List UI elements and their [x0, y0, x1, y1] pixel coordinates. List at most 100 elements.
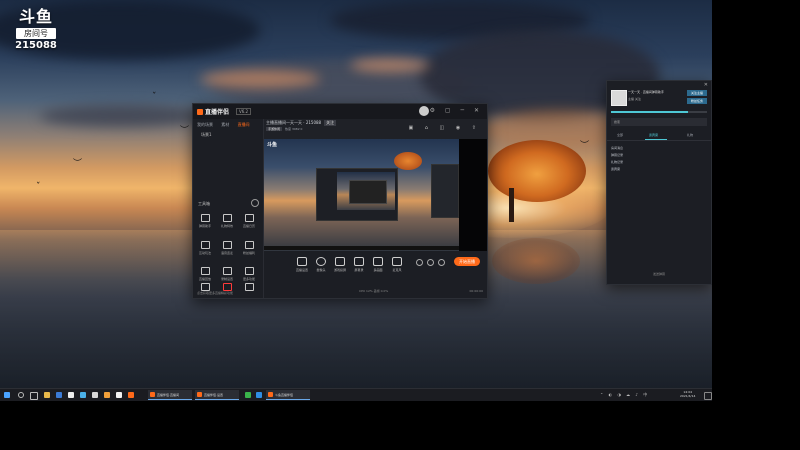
fan-task-button[interactable]: 粉丝任务	[687, 98, 707, 104]
tool-label: 粉丝福利	[242, 251, 255, 255]
list-item[interactable]: 弹幕记录	[611, 152, 623, 159]
live-companion-icon	[197, 392, 202, 397]
scene-item[interactable]: 场景1	[201, 132, 212, 138]
app-icon[interactable]	[116, 392, 122, 398]
volume-icon[interactable]	[416, 259, 423, 266]
active-tab-underline	[645, 139, 667, 140]
tools-settings-icon[interactable]	[251, 199, 259, 207]
status-stats: CPU 12% 丢帧 0.0%	[359, 289, 389, 293]
nested-preview	[337, 172, 395, 210]
user-avatar[interactable]	[419, 106, 429, 116]
douyu-room-logo: 斗鱼 房间号 215088	[12, 8, 60, 52]
app-brand-text: 直播伴侣	[205, 109, 230, 116]
tool-mic[interactable]: 语音连麦	[218, 241, 236, 255]
taskbar: 直播伴侣·直播间 直播伴侣·设置 斗鱼直播伴侣 ⌃ ◐ ◑ ☁ ♪ 中 14:0…	[0, 388, 712, 401]
list-item[interactable]: 房间消息	[611, 145, 623, 152]
tool-label: 直播回放	[198, 277, 211, 281]
tab-live-room[interactable]: 直播间	[238, 122, 250, 127]
tool-more[interactable]: 更多功能	[240, 267, 258, 281]
list-item[interactable]: 贵宾席	[611, 166, 623, 173]
tool-share[interactable]	[218, 283, 236, 291]
tab-vip[interactable]: 贵宾席	[649, 133, 658, 137]
screen: ︶ ︶ ˇ ˇ ︶ 斗鱼 房间号 215088 直播伴侣 V6.2 ⚙ ▢ ─ …	[0, 0, 800, 450]
meta-text: 热度 3982 0	[285, 127, 303, 131]
stream-controls: 直播设置 摄像头 游戏投屏 屏幕录 多画面 麦克风 开始直播 CPU 12% 丢…	[264, 251, 487, 298]
mail-icon[interactable]	[56, 392, 62, 398]
category-badge[interactable]: 手游休闲	[266, 127, 283, 131]
edge-icon[interactable]	[256, 392, 262, 398]
anchor-avatar	[611, 90, 627, 106]
tab-all[interactable]: 全部	[617, 133, 623, 137]
room-meta: 手游休闲 热度 3982 0	[266, 127, 302, 131]
game-icon	[200, 241, 210, 249]
live-companion-icon	[268, 392, 273, 397]
level-progress-fill	[611, 111, 688, 113]
anchor-info: 主播 关注	[628, 97, 641, 101]
screen-icon	[354, 257, 364, 266]
tab-assets[interactable]: 素材	[221, 122, 229, 127]
app-brand: 直播伴侣	[197, 107, 229, 116]
window-controls[interactable]: ⚙ ▢ ─ ✕	[430, 107, 483, 114]
tool-record[interactable]: 录制设置	[218, 267, 236, 281]
level-progress	[611, 111, 707, 113]
version-badge: V6.2	[236, 108, 252, 115]
tab-gifts[interactable]: 礼物	[687, 133, 693, 137]
douyu-icon[interactable]	[128, 392, 134, 398]
status-timer: 00:00:00	[469, 289, 483, 293]
nested-app-window	[316, 168, 398, 221]
tool-settings[interactable]	[240, 283, 258, 291]
stream-preview[interactable]: 斗鱼	[264, 139, 459, 251]
search-input[interactable]: 搜索	[611, 118, 707, 126]
task-item-live-room[interactable]: 直播伴侣·直播间	[148, 390, 192, 400]
notification-icon[interactable]	[704, 392, 712, 400]
follow-button[interactable]: 关注	[324, 120, 337, 126]
app-icon[interactable]	[92, 392, 98, 398]
tool-game[interactable]: 互动玩法	[196, 241, 214, 255]
tool-replay[interactable]: 直播回放	[196, 267, 214, 281]
task-view-icon[interactable]	[30, 392, 38, 400]
tool-mic-up[interactable]	[196, 283, 214, 291]
record-icon	[222, 267, 232, 275]
task-item-douyu[interactable]: 斗鱼直播伴侣	[266, 390, 310, 400]
app-icon[interactable]	[104, 392, 110, 398]
tool-barrage[interactable]: 弹幕助手	[196, 214, 214, 228]
tools-title: 工具箱	[198, 201, 210, 206]
browser-icon[interactable]	[80, 392, 86, 398]
task-label: 直播伴侣·设置	[204, 393, 223, 397]
tool-fans[interactable]: 粉丝福利	[240, 241, 258, 255]
taskbar-clock[interactable]: 14:04 2021/4/14	[680, 390, 695, 398]
tab-scenes[interactable]: 我的场景	[197, 122, 213, 127]
control-speaker[interactable]: 麦克风	[386, 257, 408, 272]
task-item-settings[interactable]: 直播伴侣·设置	[195, 390, 239, 400]
preview-toolbar[interactable]: ▣ ⌂ ◫ ◉ ⇪	[408, 125, 481, 131]
tool-label: 录制设置	[220, 277, 233, 281]
room-label: 房间号	[16, 28, 56, 39]
file-explorer-icon[interactable]	[44, 392, 50, 398]
anchor-name: 一天一天 · 直播间弹幕助手	[628, 90, 664, 94]
tool-gift[interactable]: 礼物特效	[218, 214, 236, 228]
go-live-button[interactable]: 开始直播	[454, 257, 480, 266]
nested-taskbar	[264, 246, 459, 250]
preview-logo: 斗鱼	[267, 142, 278, 148]
live-companion-icon	[150, 392, 155, 397]
tool-calendar[interactable]: 直播日历	[240, 214, 258, 228]
system-tray[interactable]: ⌃ ◐ ◑ ☁ ♪ 中	[600, 392, 649, 398]
list-item[interactable]: 礼物记录	[611, 159, 623, 166]
follow-anchor-button[interactable]: 关注主播	[687, 90, 707, 96]
brand-mark: 斗鱼	[18, 7, 53, 26]
store-icon[interactable]	[68, 392, 74, 398]
settings-icon	[244, 283, 254, 291]
start-icon[interactable]	[4, 392, 10, 398]
search-icon[interactable]	[18, 392, 24, 398]
app-icon[interactable]	[245, 392, 251, 398]
record-dot-icon[interactable]	[438, 259, 445, 266]
preview-letterbox	[459, 139, 487, 251]
app-main: 主播直播间一天一天 · 215088 关注 手游休闲 热度 3982 0 ▣ ⌂ ◫…	[264, 119, 487, 298]
mic-level-icon[interactable]	[427, 259, 434, 266]
send-barrage[interactable]: 发送弹幕	[607, 272, 711, 276]
close-icon[interactable]: ✕	[704, 82, 708, 88]
replay-icon	[200, 267, 210, 275]
sidebar-footer[interactable]: 点击获取更多直播精彩功能	[197, 291, 233, 295]
tool-label: 更多功能	[242, 277, 255, 281]
share-icon	[222, 283, 232, 291]
